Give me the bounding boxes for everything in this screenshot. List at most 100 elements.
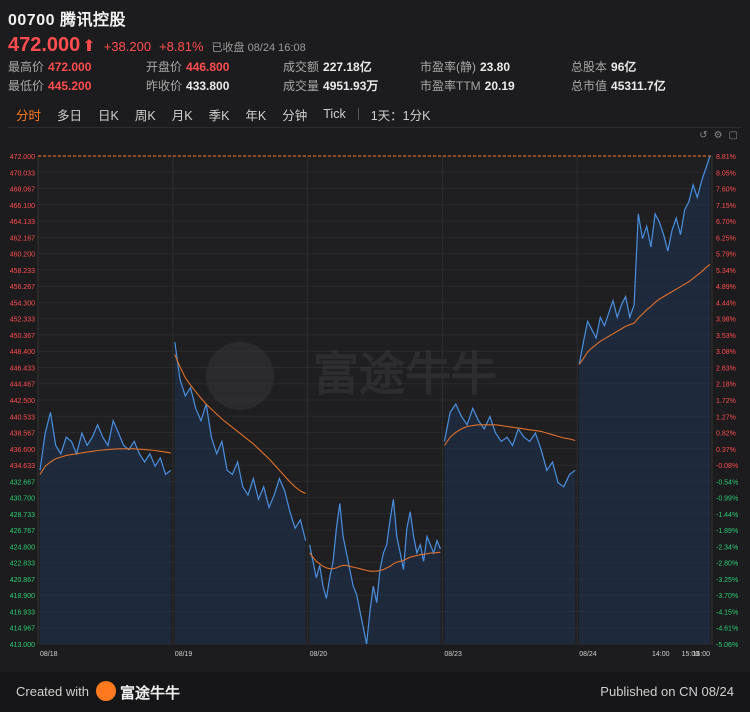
tab-weekly-k[interactable]: 周K [127,105,164,124]
footer: Created with 富途牛牛 Published on CN 08/24 [0,672,750,712]
y-tick-label-pct: -3.25% [716,577,738,584]
tab-quarterly-k[interactable]: 季K [201,105,238,124]
y-tick-label-pct: 3.08% [716,349,736,356]
y-tick-label: 442.500 [10,398,35,405]
y-tick-label: 420.867 [10,577,35,584]
y-tick-label: 458.233 [10,268,35,275]
stat-low: 最低价 445.200 [8,79,92,93]
y-tick-label: 430.700 [10,496,35,503]
y-tick-label-pct: 2.18% [716,382,736,389]
tab-minute[interactable]: 分钟 [274,105,315,124]
published-label: Published on CN 08/24 [600,684,734,699]
y-tick-label: 416.933 [10,609,35,616]
y-tick-label: 413.000 [10,642,35,649]
brand-name: 富途牛牛 [120,685,181,702]
y-tick-label: 414.967 [10,626,35,633]
watermark-logo-icon [206,342,274,410]
last-price: 472.000 [8,34,81,56]
y-tick-label-pct: 3.98% [716,317,736,324]
stat-pe-static: 市盈率(静) 23.80 [420,60,511,74]
watermark: 富途牛牛 [313,347,497,401]
tab-daily-k[interactable]: 日K [90,105,127,124]
quote-header: 00700 腾讯控股 472.000 ⬆ +38.200 +8.81% 已收盘 … [8,6,742,57]
y-tick-label-pct: -3.70% [716,593,738,600]
y-tick-label: 450.367 [10,333,35,340]
y-tick-label: 466.100 [10,203,35,210]
y-tick-label: 432.667 [10,479,35,486]
stat-open: 开盘价 446.800 [146,60,230,74]
tab-intraday[interactable]: 分时 [8,105,49,124]
y-tick-label-pct: -0.08% [716,463,738,470]
tab-divider [357,108,359,120]
y-tick-label-pct: 8.81% [716,154,736,161]
chart-tabs: 分时 多日 日K 周K 月K 季K 年K 分钟 Tick 1天：1分K [8,101,742,128]
stat-volume: 成交量 4951.93万 [283,79,379,93]
y-tick-label-pct: 7.15% [716,203,736,210]
x-tick-label: 08/23 [444,651,462,658]
up-arrow-icon: ⬆ [82,38,96,55]
x-tick-label: 08/18 [40,651,58,658]
y-tick-label-pct: 0.37% [716,447,736,454]
y-tick-label-pct: 7.60% [716,187,736,194]
y-tick-label: 452.333 [10,317,35,324]
intraday-chart: 472.000 8.81% 470.033 8.05% 468.067 7.60% 466.… [10,154,739,658]
y-tick-label-pct: 6.70% [716,219,736,226]
x-tick-label: 08/19 [175,651,193,658]
y-tick-label: 448.400 [10,349,35,356]
tab-period-select[interactable]: 1天：1分K [363,105,439,124]
tab-monthly-k[interactable]: 月K [164,105,201,124]
y-tick-label-pct: 8.05% [716,170,736,177]
stock-name: 腾讯控股 [59,12,126,29]
y-tick-label: 436.600 [10,447,35,454]
stock-title: 00700 腾讯控股 [8,6,742,30]
price-change: +38.200 [103,39,152,54]
y-tick-label: 444.467 [10,382,35,389]
price-change-pct: +8.81% [159,39,204,54]
futu-logo-icon [96,681,116,701]
stat-prev-close: 昨收价 433.800 [146,79,230,93]
stock-code: 00700 [8,12,55,29]
market-status: 已收盘 08/24 16:08 [211,42,306,54]
y-tick-label: 456.267 [10,284,35,291]
created-with-label: Created with [16,684,89,699]
y-tick-label: 418.900 [10,593,35,600]
stat-total-shares: 总股本 96亿 [571,60,637,74]
stat-high: 最高价 472.000 [8,60,92,74]
stat-pe-ttm: 市盈率TTM 20.19 [420,79,515,93]
y-tick-label-pct: 4.89% [716,284,736,291]
y-tick-label-pct: -4.61% [716,626,738,633]
stat-market-cap: 总市值 45311.7亿 [571,79,666,93]
x-tick-label: 08/20 [310,651,328,658]
y-tick-label: 460.200 [10,252,35,259]
y-tick-label: 454.300 [10,300,35,307]
y-tick-label: 434.633 [10,463,35,470]
y-tick-label: 426.767 [10,528,35,535]
y-tick-label-pct: -2.34% [716,544,738,551]
y-tick-label-pct: 6.25% [716,235,736,242]
y-tick-label: 446.433 [10,365,35,372]
tab-tick[interactable]: Tick [315,107,353,121]
y-tick-label-pct: -0.54% [716,479,738,486]
y-tick-label: 440.533 [10,414,35,421]
y-tick-label-pct: 2.63% [716,365,736,372]
stat-turnover: 成交额 227.18亿 [283,60,372,74]
y-tick-label-pct: -4.15% [716,609,738,616]
y-tick-label-pct: 0.82% [716,431,736,438]
price-row: 472.000 ⬆ +38.200 +8.81% 已收盘 08/24 16:08 [8,34,742,57]
y-tick-label: 438.567 [10,431,35,438]
y-tick-label-pct: -1.44% [716,512,738,519]
y-tick-label-pct: 3.53% [716,333,736,340]
y-tick-label-pct: -1.89% [716,528,738,535]
x-tick-label: 14:00 [652,651,670,658]
y-tick-label-pct: -2.80% [716,561,738,568]
x-tick-label: 16:00 [692,651,710,658]
x-tick-label: 08/24 [579,651,597,658]
y-tick-label-pct: 1.72% [716,398,736,405]
y-tick-label: 472.000 [10,154,35,161]
tab-multi-day[interactable]: 多日 [49,105,90,124]
y-tick-label: 468.067 [10,187,35,194]
y-tick-label-pct: -0.99% [716,496,738,503]
y-tick-label-pct: 4.44% [716,300,736,307]
tab-yearly-k[interactable]: 年K [237,105,274,124]
y-tick-label: 424.800 [10,544,35,551]
